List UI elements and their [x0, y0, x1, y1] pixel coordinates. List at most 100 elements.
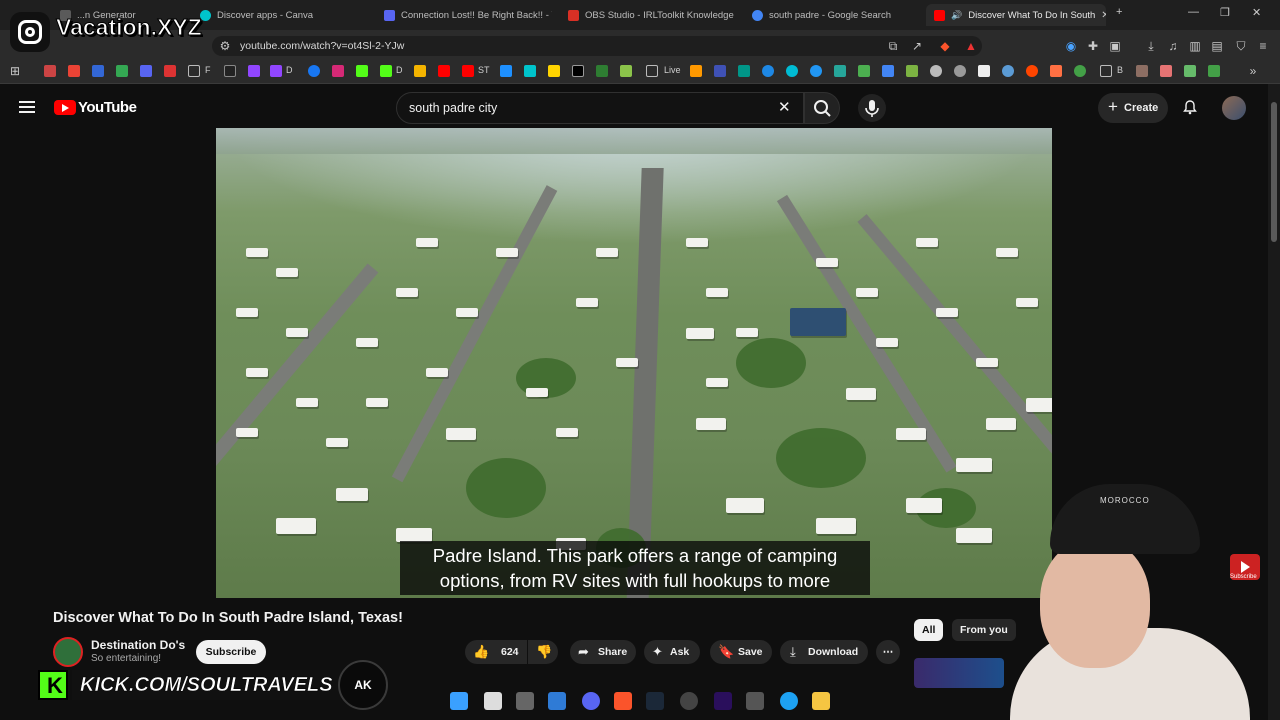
open-in-app-icon[interactable]: ⧉: [886, 39, 900, 53]
subscribe-button[interactable]: Subscribe: [196, 640, 266, 664]
extension-icon[interactable]: ◉: [1064, 39, 1078, 53]
youtube-bookmark-icon[interactable]: [462, 65, 474, 77]
tab-google-search[interactable]: south padre - Google Search: [744, 4, 920, 26]
like-button[interactable]: 👍 624: [465, 640, 527, 664]
bookmark-icon[interactable]: [738, 65, 750, 77]
address-bar[interactable]: youtube.com/watch?v=ot4Sl-2-YJw: [212, 36, 982, 56]
amazon-icon[interactable]: [690, 65, 702, 77]
page-scrollbar[interactable]: [1268, 84, 1280, 720]
reddit-icon[interactable]: [1026, 65, 1038, 77]
folder-icon[interactable]: [646, 65, 658, 77]
voice-search-button[interactable]: [858, 94, 886, 122]
close-tab-icon[interactable]: ✕: [1101, 10, 1106, 21]
sidebar-icon[interactable]: ▥: [1188, 39, 1202, 53]
bookmark-icon[interactable]: [978, 65, 990, 77]
share-button[interactable]: ➦ Share: [570, 640, 636, 664]
tab-canva[interactable]: Discover apps - Canva: [192, 4, 368, 26]
notifications-bell-icon[interactable]: [1182, 99, 1198, 115]
youtube-bookmark-icon[interactable]: [438, 65, 450, 77]
scrollbar-thumb[interactable]: [1271, 102, 1277, 242]
bookmark-icon[interactable]: [1136, 65, 1148, 77]
bookmark-icon[interactable]: [116, 65, 128, 77]
kick-icon[interactable]: [356, 65, 368, 77]
bookmark-label[interactable]: B: [1117, 65, 1123, 75]
bookmark-label[interactable]: Live: [664, 65, 681, 75]
bookmark-icon[interactable]: [1074, 65, 1086, 77]
apps-grid-icon[interactable]: ⊞: [8, 64, 22, 78]
tab-connection-lost[interactable]: Connection Lost!! Be Right Back!! - Y: [376, 4, 552, 26]
save-button[interactable]: 🔖 Save: [710, 640, 772, 664]
windows-start-icon[interactable]: [450, 692, 468, 710]
bookmark-icon[interactable]: [92, 65, 104, 77]
media-icon[interactable]: ♫: [1166, 39, 1180, 53]
bookmark-label[interactable]: D: [286, 65, 293, 75]
twitch-icon[interactable]: [248, 65, 260, 77]
bookmark-icon[interactable]: [414, 65, 426, 77]
kick-icon[interactable]: [380, 65, 392, 77]
folder-icon[interactable]: [188, 65, 200, 77]
x-icon[interactable]: [572, 65, 584, 77]
bookmark-icon[interactable]: [930, 65, 942, 77]
bookmark-icon[interactable]: [500, 65, 512, 77]
wallet-icon[interactable]: ▤: [1210, 39, 1224, 53]
bookmark-icon[interactable]: [1160, 65, 1172, 77]
bookmark-icon[interactable]: [44, 65, 56, 77]
brave-browser-icon[interactable]: [614, 692, 632, 710]
bookmark-icon[interactable]: [1050, 65, 1062, 77]
tab-obs-studio[interactable]: OBS Studio - IRLToolkit Knowledge B: [560, 4, 736, 26]
minimize-icon[interactable]: —: [1188, 6, 1199, 18]
new-tab-icon[interactable]: +: [1116, 6, 1122, 18]
bookmark-icon[interactable]: [882, 65, 894, 77]
bookmark-icon[interactable]: [834, 65, 846, 77]
bookmark-label[interactable]: F: [205, 65, 211, 75]
bookmark-icon[interactable]: [762, 65, 774, 77]
channel-avatar[interactable]: [53, 637, 83, 667]
download-icon[interactable]: ⤓: [1144, 39, 1158, 53]
bookmark-icon[interactable]: [1208, 65, 1220, 77]
search-input[interactable]: south padre city: [396, 92, 804, 124]
steam-icon[interactable]: [646, 692, 664, 710]
video-player[interactable]: [216, 128, 1052, 598]
brave-shield-icon[interactable]: ◆: [938, 39, 952, 53]
hamburger-menu-icon[interactable]: [19, 101, 35, 113]
bookmark-icon[interactable]: [1002, 65, 1014, 77]
bookmark-icon[interactable]: [140, 65, 152, 77]
youtube-logo-icon[interactable]: [54, 100, 76, 115]
bookmark-label[interactable]: D: [396, 65, 403, 75]
task-view-icon[interactable]: [516, 692, 534, 710]
bookmark-icon[interactable]: [620, 65, 632, 77]
dislike-button[interactable]: 👎: [528, 640, 558, 664]
obs-icon[interactable]: [680, 692, 698, 710]
edge-icon[interactable]: [780, 692, 798, 710]
download-button[interactable]: ⤓ Download: [780, 640, 868, 664]
extensions-puzzle-icon[interactable]: ✚: [1086, 39, 1100, 53]
facebook-icon[interactable]: [308, 65, 320, 77]
brave-rewards-icon[interactable]: ▲: [964, 39, 978, 53]
app-icon[interactable]: [746, 692, 764, 710]
chip-all[interactable]: All: [914, 619, 944, 641]
youtube-logo-text[interactable]: YouTube: [78, 99, 137, 116]
instagram-icon[interactable]: [332, 65, 344, 77]
bookmark-icon[interactable]: [954, 65, 966, 77]
bookmark-icon[interactable]: [224, 65, 236, 77]
twitch-icon[interactable]: [270, 65, 282, 77]
tab-youtube-active[interactable]: 🔊 Discover What To Do In South ✕: [926, 4, 1106, 26]
bookmark-icon[interactable]: [164, 65, 176, 77]
gmail-icon[interactable]: [68, 65, 80, 77]
bookmark-icon[interactable]: [906, 65, 918, 77]
bookmark-icon[interactable]: [548, 65, 560, 77]
more-actions-button[interactable]: ⋯: [876, 640, 900, 664]
bookmark-icon[interactable]: [858, 65, 870, 77]
bookmark-icon[interactable]: [1184, 65, 1196, 77]
file-explorer-icon[interactable]: [484, 692, 502, 710]
vpn-icon[interactable]: ⛉: [1234, 39, 1248, 53]
close-window-icon[interactable]: ✕: [1252, 6, 1261, 19]
channel-name[interactable]: Destination Do's: [91, 638, 185, 652]
site-info-icon[interactable]: ⚙: [218, 39, 232, 53]
bookmark-icon[interactable]: [786, 65, 798, 77]
screenshot-icon[interactable]: ▣: [1108, 39, 1122, 53]
folder-app-icon[interactable]: [812, 692, 830, 710]
more-bookmarks-icon[interactable]: »: [1246, 64, 1260, 78]
discord-icon[interactable]: [582, 692, 600, 710]
bookmark-icon[interactable]: [524, 65, 536, 77]
